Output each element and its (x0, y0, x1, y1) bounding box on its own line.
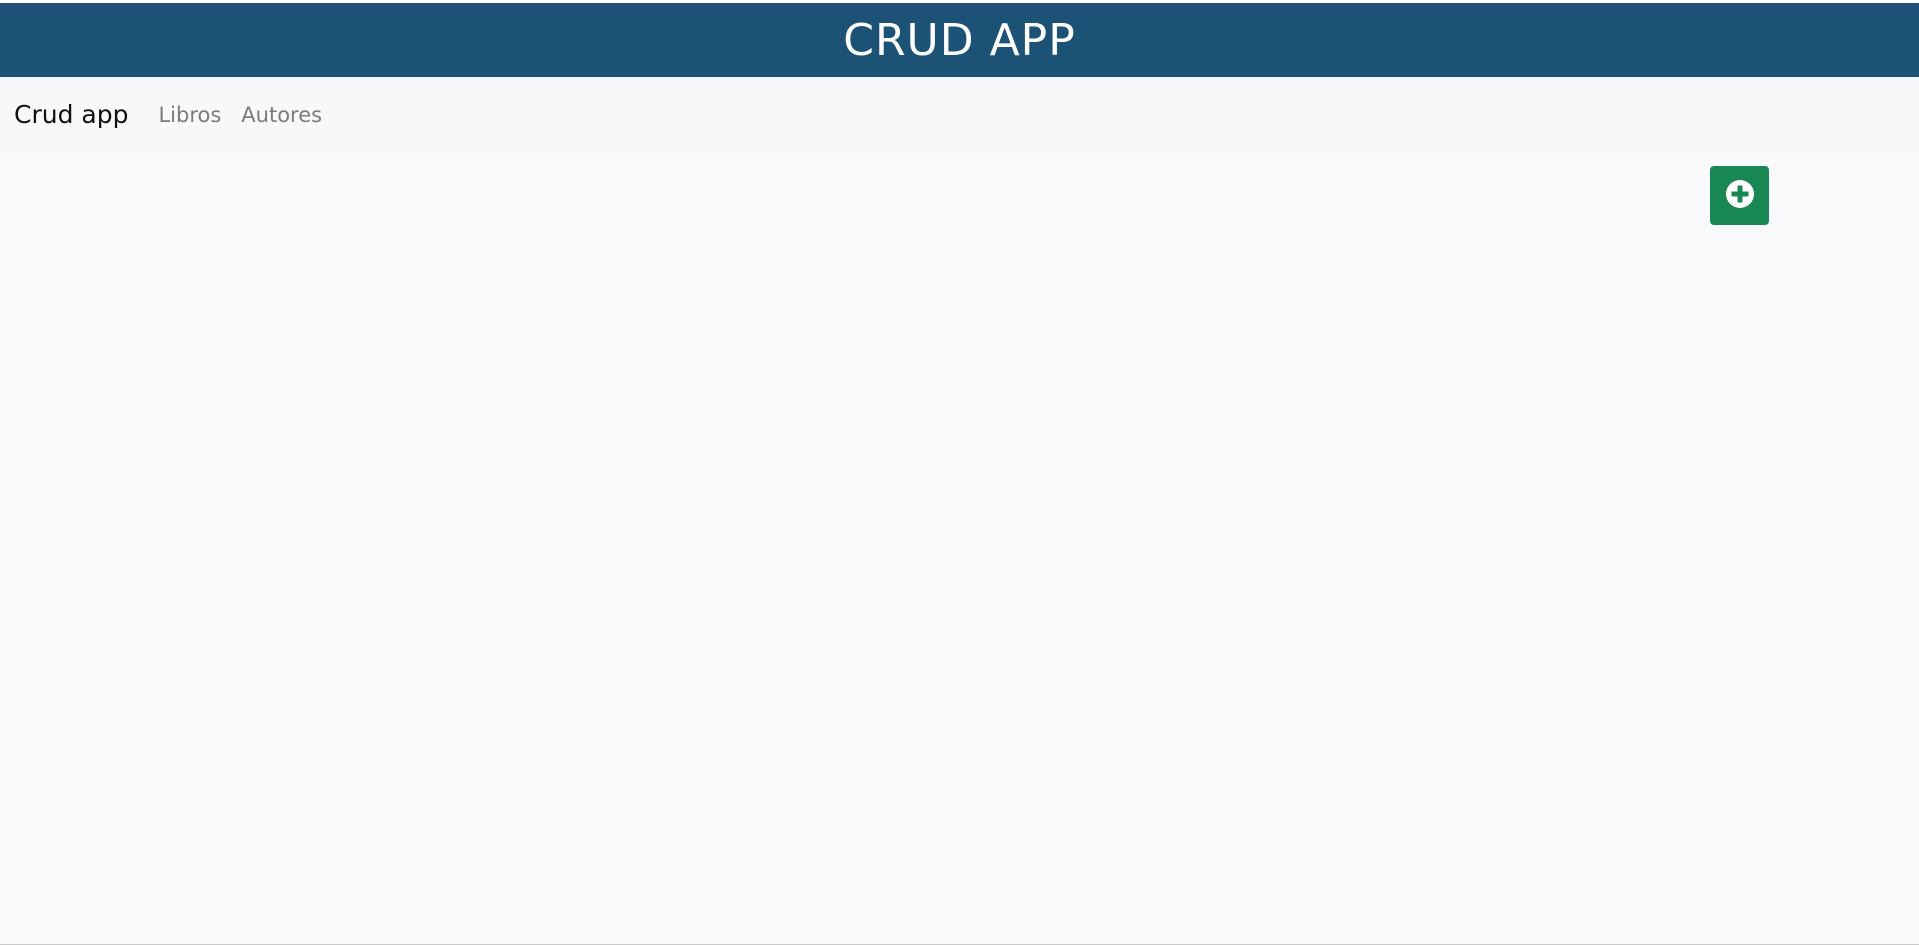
app-title: CRUD APP (843, 14, 1076, 66)
navbar: Crud app Libros Autores (0, 77, 1919, 152)
main-content (0, 152, 1919, 944)
nav-link-libros[interactable]: Libros (158, 103, 221, 127)
app-header: CRUD APP (0, 3, 1919, 77)
add-button[interactable] (1710, 166, 1769, 225)
nav-link-autores[interactable]: Autores (241, 103, 322, 127)
navbar-brand[interactable]: Crud app (14, 100, 128, 129)
plus-circle-icon (1725, 179, 1755, 212)
nav-links: Libros Autores (158, 103, 322, 127)
